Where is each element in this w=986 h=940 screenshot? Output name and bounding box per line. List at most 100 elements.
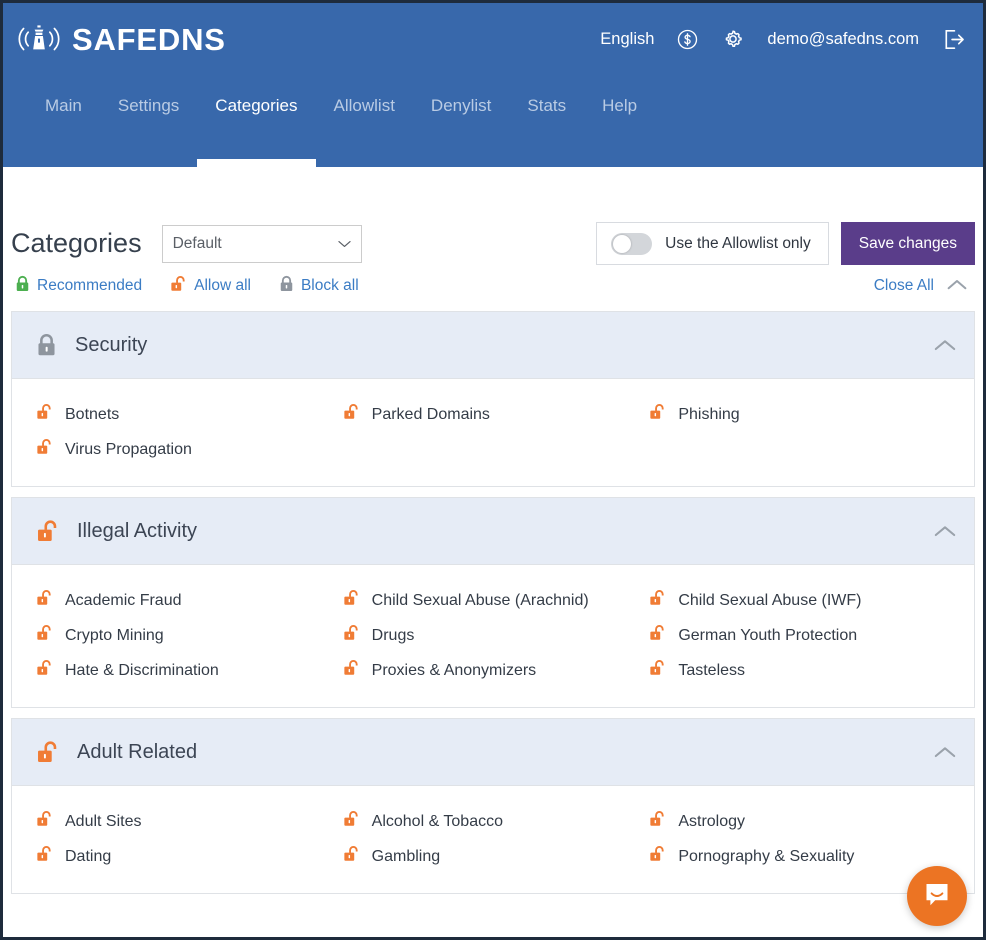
category-label: Botnets	[65, 406, 120, 423]
lock-open-icon	[36, 845, 53, 869]
allowlist-only-label: Use the Allowlist only	[665, 234, 811, 252]
block-all-action[interactable]: Block all	[279, 275, 359, 297]
category-label: Virus Propagation	[65, 441, 192, 458]
nav-item-main[interactable]: Main	[27, 75, 100, 167]
category-item[interactable]: Dating	[36, 845, 343, 869]
category-label: Proxies & Anonymizers	[371, 662, 537, 679]
brand-name: SAFEDNS	[72, 21, 226, 57]
toggle-switch[interactable]	[611, 232, 653, 255]
page-content: Categories Default Use the Allowlist onl…	[3, 167, 983, 894]
close-all-label: Close All	[873, 277, 934, 294]
lock-open-icon	[36, 624, 53, 648]
section-header[interactable]: Adult Related	[12, 719, 974, 786]
close-all-action[interactable]: Close All	[874, 277, 975, 295]
brand-logo-link[interactable]: SAFEDNS	[16, 19, 226, 59]
category-item[interactable]: Crypto Mining	[36, 624, 343, 648]
chevron-up-icon[interactable]	[934, 746, 956, 758]
category-section-security: Security Botnets Parked Domains Phishing…	[11, 311, 975, 487]
category-item[interactable]: Hate & Discrimination	[36, 659, 343, 683]
recommended-action[interactable]: Recommended	[15, 275, 142, 297]
toggle-knob	[613, 234, 632, 253]
dollar-circle-icon[interactable]	[676, 28, 699, 51]
category-item[interactable]: German Youth Protection	[649, 624, 956, 648]
profile-select-value: Default	[172, 234, 222, 252]
language-selector[interactable]: English	[600, 30, 654, 49]
section-items: Botnets Parked Domains Phishing Virus Pr…	[12, 379, 974, 486]
category-label: Gambling	[371, 848, 441, 865]
lock-closed-icon[interactable]	[36, 333, 57, 357]
gear-icon[interactable]	[721, 27, 745, 51]
category-section-illegal-activity: Illegal Activity Academic Fraud Child Se…	[11, 497, 975, 708]
section-title: Illegal Activity	[77, 520, 198, 542]
category-label: Phishing	[678, 406, 740, 423]
category-label: Astrology	[678, 813, 746, 830]
category-label: Tasteless	[678, 662, 746, 679]
section-header[interactable]: Security	[12, 312, 974, 379]
lock-open-icon	[170, 275, 187, 297]
profile-select[interactable]: Default	[161, 224, 362, 263]
section-items: Academic Fraud Child Sexual Abuse (Arach…	[12, 565, 974, 707]
top-bar-right: English demo@safedns.com	[600, 27, 966, 52]
logout-icon[interactable]	[941, 27, 966, 52]
category-label: Academic Fraud	[65, 592, 182, 609]
lock-open-icon	[343, 403, 360, 427]
chat-launcher-button[interactable]	[907, 866, 967, 926]
chevron-up-icon[interactable]	[934, 339, 956, 351]
category-item[interactable]: Tasteless	[649, 659, 956, 683]
allowlist-only-toggle[interactable]: Use the Allowlist only	[596, 222, 829, 265]
lock-open-icon	[36, 438, 53, 462]
nav-item-settings[interactable]: Settings	[100, 75, 197, 167]
category-item[interactable]: Phishing	[649, 403, 956, 427]
category-label: Dating	[65, 848, 112, 865]
chevron-up-icon[interactable]	[934, 525, 956, 537]
lock-open-icon	[343, 845, 360, 869]
nav-item-stats[interactable]: Stats	[509, 75, 584, 167]
category-item[interactable]: Pornography & Sexuality	[649, 845, 956, 869]
lock-open-icon[interactable]	[36, 740, 59, 764]
category-item[interactable]: Botnets	[36, 403, 343, 427]
category-item[interactable]: Alcohol & Tobacco	[343, 810, 650, 834]
user-email[interactable]: demo@safedns.com	[767, 30, 919, 49]
category-item[interactable]: Drugs	[343, 624, 650, 648]
category-item[interactable]: Child Sexual Abuse (IWF)	[649, 589, 956, 613]
nav-item-categories[interactable]: Categories	[197, 75, 316, 167]
category-item[interactable]: Gambling	[343, 845, 650, 869]
category-item[interactable]: Academic Fraud	[36, 589, 343, 613]
save-changes-button[interactable]: Save changes	[840, 222, 975, 265]
section-title: Adult Related	[77, 741, 198, 763]
nav-item-help[interactable]: Help	[584, 75, 655, 167]
nav-item-allowlist[interactable]: Allowlist	[316, 75, 413, 167]
nav-item-denylist[interactable]: Denylist	[413, 75, 509, 167]
quick-actions-row: Recommended Allow all Block all Close Al…	[11, 275, 975, 311]
lock-open-icon	[343, 659, 360, 683]
lock-open-icon[interactable]	[36, 519, 59, 543]
lighthouse-signal-icon	[16, 19, 62, 59]
category-label: Hate & Discrimination	[65, 662, 219, 679]
category-label: German Youth Protection	[678, 627, 858, 644]
lock-open-icon	[36, 403, 53, 427]
category-label: Crypto Mining	[65, 627, 164, 644]
block-all-label: Block all	[300, 277, 359, 294]
page-viewport: SAFEDNS English demo@safedns.com Main Se…	[3, 3, 983, 937]
category-label: Alcohol & Tobacco	[371, 813, 503, 830]
category-label: Pornography & Sexuality	[678, 848, 855, 865]
category-item[interactable]: Child Sexual Abuse (Arachnid)	[343, 589, 650, 613]
lock-open-icon	[36, 589, 53, 613]
category-item[interactable]: Parked Domains	[343, 403, 650, 427]
category-section-adult-related: Adult Related Adult Sites Alcohol & Toba…	[11, 718, 975, 894]
category-item[interactable]: Virus Propagation	[36, 438, 343, 462]
section-header[interactable]: Illegal Activity	[12, 498, 974, 565]
lock-open-icon	[649, 589, 666, 613]
section-items: Adult Sites Alcohol & Tobacco Astrology …	[12, 786, 974, 893]
allow-all-action[interactable]: Allow all	[170, 275, 251, 297]
lock-open-icon	[649, 845, 666, 869]
page-title: Categories	[11, 228, 142, 258]
category-item[interactable]: Astrology	[649, 810, 956, 834]
category-item[interactable]: Proxies & Anonymizers	[343, 659, 650, 683]
lock-open-icon	[649, 624, 666, 648]
page-header-actions: Use the Allowlist only Save changes	[596, 222, 975, 265]
category-item[interactable]: Adult Sites	[36, 810, 343, 834]
main-nav: Main Settings Categories Allowlist Denyl…	[3, 75, 983, 167]
lock-open-icon	[649, 403, 666, 427]
lock-open-icon	[649, 659, 666, 683]
